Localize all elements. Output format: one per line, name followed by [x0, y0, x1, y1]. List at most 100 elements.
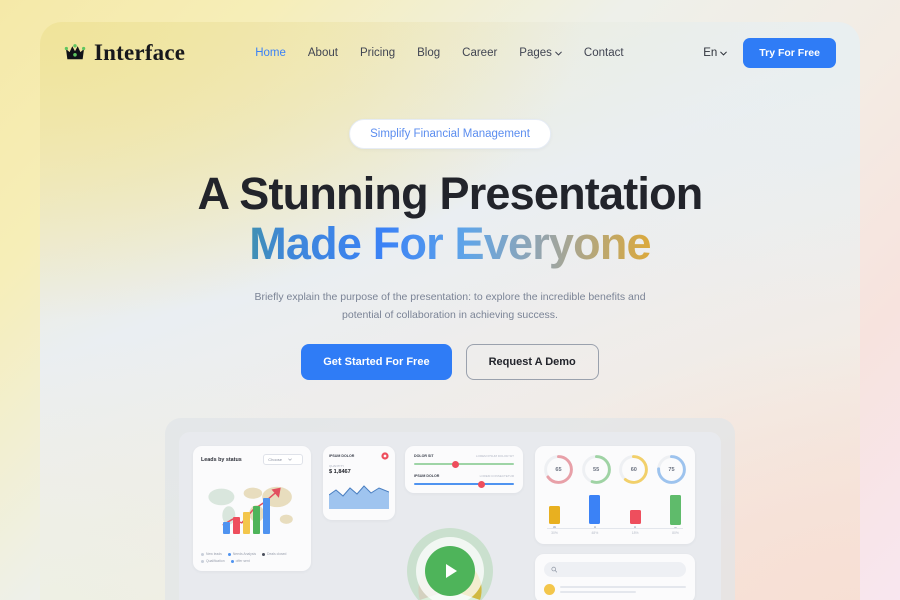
kpi-bar: 18%: [629, 495, 641, 535]
search-result-row[interactable]: [544, 584, 686, 595]
slider-knob[interactable]: [478, 480, 485, 488]
play-icon: [446, 564, 457, 578]
nav-item-pages[interactable]: Pages: [519, 47, 562, 59]
search-icon: [551, 566, 558, 573]
leads-map-chart: [201, 470, 303, 548]
search-input-wrapper[interactable]: [544, 562, 686, 577]
nav-label: Home: [255, 47, 286, 59]
legend-label: Needs Analysis: [232, 552, 257, 556]
legend-item: Deals closed: [262, 552, 286, 556]
nav-label: About: [307, 47, 338, 59]
slider-track[interactable]: [414, 480, 514, 488]
leads-card-header: Leads by status Choose: [201, 454, 303, 465]
nav-label: Pricing: [359, 47, 396, 59]
search-input[interactable]: [562, 567, 679, 572]
stat-card-title: IPSUM DOLOR: [329, 454, 355, 458]
leads-card-title: Leads by status: [201, 456, 242, 463]
brand-logo[interactable]: Interface: [64, 40, 185, 66]
hero-subtitle: Briefly explain the purpose of the prese…: [254, 291, 646, 322]
slider-knob[interactable]: [452, 460, 459, 468]
kpi-bar-label: 48%: [591, 531, 599, 535]
leads-bars: [223, 498, 270, 534]
legend-item: Qualification: [201, 559, 225, 563]
nav-label: Career: [462, 47, 498, 59]
hero-heading-line1: A Stunning Presentation: [197, 168, 704, 219]
legend-item: offer sent: [230, 559, 250, 563]
get-started-button[interactable]: Get Started For Free: [301, 344, 452, 380]
kpi-bar: 80%: [669, 495, 681, 535]
nav-actions: En Try For Free: [703, 38, 836, 68]
nav-item-contact[interactable]: Contact: [584, 47, 624, 59]
legend-label: offer sent: [235, 559, 250, 563]
kpi-bar-group: 30% 48% 18% 80%: [543, 495, 687, 535]
nav-item-about[interactable]: About: [308, 47, 338, 59]
dashboard-column-left: Leads by status Choose New leads Needs A…: [193, 446, 311, 600]
slider-value: LOREM CONSECTETUR: [479, 474, 514, 478]
leads-legend: New leads Needs Analysis Deals closed Qu…: [201, 552, 303, 563]
kpi-bar: 30%: [549, 495, 560, 535]
language-value: En: [703, 47, 718, 59]
avatar: [544, 584, 555, 595]
hero-heading-line2: Made For Everyone: [40, 219, 860, 269]
donut-value: 55: [593, 466, 600, 473]
nav-label: Contact: [583, 47, 624, 59]
donut-group: 65 55 60 75: [543, 454, 687, 485]
donut-chart: 60: [618, 454, 649, 485]
stat-metric-label: QUANTITY: [329, 464, 345, 468]
kpi-bar: 48%: [589, 495, 601, 535]
nav-label: Blog: [417, 47, 441, 59]
dashboard-screen: Leads by status Choose New leads Needs A…: [179, 432, 721, 600]
kpi-card: 65 55 60 75 30% 48% 18% 80%: [535, 446, 695, 544]
nav-item-pricing[interactable]: Pricing: [360, 47, 395, 59]
result-text-lines: [560, 586, 686, 593]
nav-item-career[interactable]: Career: [462, 47, 497, 59]
slider-row: IPSUM DOLOR LOREM CONSECTETUR: [414, 474, 514, 488]
kpi-bar-label: 30%: [551, 531, 558, 535]
kpi-baseline: [547, 528, 683, 529]
slider-name: DOLOR SIT: [414, 454, 434, 458]
slider-track[interactable]: [414, 460, 514, 468]
stat-card-header: IPSUM DOLOR: [329, 452, 389, 460]
stat-metric-value: $ 1,8467: [329, 469, 351, 475]
slider-row: DOLOR SIT LOREM IPSUM DOLOR SIT: [414, 454, 514, 468]
leads-choose-value: Choose: [268, 457, 282, 462]
hero-cta-group: Get Started For Free Request A Demo: [40, 344, 860, 380]
leads-choose-dropdown[interactable]: Choose: [263, 454, 303, 465]
leads-by-status-card: Leads by status Choose New leads Needs A…: [193, 446, 311, 571]
donut-value: 75: [668, 466, 675, 473]
legend-item: New leads: [201, 552, 222, 556]
kpi-bar-label: 80%: [672, 531, 679, 535]
stat-card: IPSUM DOLOR QUANTITY $ 1,8467: [323, 446, 395, 520]
play-video-control[interactable]: [407, 528, 493, 600]
hero-badge: Simplify Financial Management: [349, 119, 551, 149]
play-button[interactable]: [425, 546, 475, 596]
slider-header: IPSUM DOLOR LOREM CONSECTETUR: [414, 474, 514, 478]
language-selector[interactable]: En: [703, 47, 728, 59]
crown-icon: [64, 44, 86, 60]
legend-label: Deals closed: [267, 552, 287, 556]
gear-icon[interactable]: [381, 452, 389, 460]
search-card: [535, 554, 695, 600]
top-navbar: Interface Home About Pricing Blog Career…: [40, 22, 860, 84]
legend-label: Qualification: [206, 559, 225, 563]
slider-card: DOLOR SIT LOREM IPSUM DOLOR SIT IPSUM DO…: [405, 446, 523, 493]
chevron-down-icon: [720, 51, 728, 56]
chevron-down-icon: [288, 458, 292, 461]
donut-chart: 55: [581, 454, 612, 485]
dashboard-preview-frame: Leads by status Choose New leads Needs A…: [165, 418, 735, 600]
donut-value: 60: [630, 466, 637, 473]
area-chart: [328, 485, 390, 509]
nav-label: Pages: [519, 47, 552, 59]
nav-item-blog[interactable]: Blog: [417, 47, 440, 59]
slider-value: LOREM IPSUM DOLOR SIT: [475, 454, 514, 458]
legend-label: New leads: [206, 552, 222, 556]
nav-item-home[interactable]: Home: [255, 47, 286, 59]
brand-name: Interface: [94, 40, 186, 65]
slider-name: IPSUM DOLOR: [414, 474, 440, 478]
request-demo-button[interactable]: Request A Demo: [465, 344, 599, 380]
hero-section: Interface Home About Pricing Blog Career…: [40, 22, 860, 600]
try-for-free-button[interactable]: Try For Free: [743, 38, 836, 68]
dashboard-column-right: 65 55 60 75 30% 48% 18% 80%: [535, 446, 695, 600]
kpi-bar-label: 18%: [631, 531, 639, 535]
legend-item: Needs Analysis: [227, 552, 257, 556]
